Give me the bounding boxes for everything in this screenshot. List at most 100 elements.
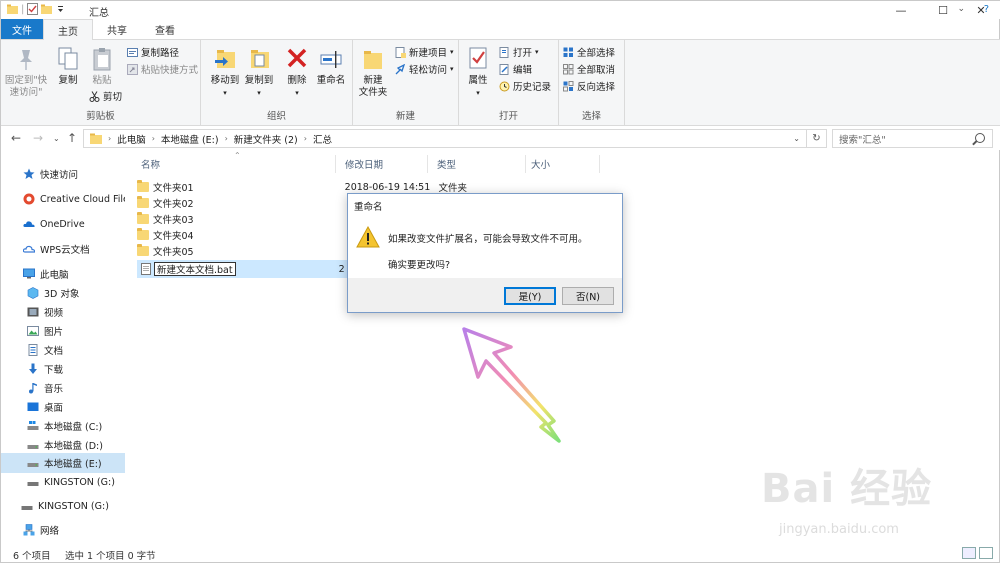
tab-view[interactable]: 查看 [141, 19, 189, 39]
sidebar-item-desktop[interactable]: 桌面 [1, 398, 125, 416]
clipboard-group: 固定到"快 速访问" 复制 粘贴 复制路径 粘贴快捷方式 剪切 剪贴板 [1, 40, 201, 126]
qat-dropdown-icon[interactable] [55, 3, 66, 15]
address-bar[interactable]: › 此电脑 › 本地磁盘 (E:) › 新建文件夹 (2) › 汇总 ⌄ [83, 129, 807, 148]
properties-button[interactable]: 属性 ▾ [463, 44, 493, 99]
paste-shortcut-button[interactable]: 粘贴快捷方式 [127, 62, 198, 76]
list-item[interactable]: 文件夹03 [137, 211, 194, 227]
properties-check-icon[interactable] [27, 3, 39, 15]
sidebar-item-creative-cloud[interactable]: Creative Cloud Files [1, 190, 125, 208]
folder-icon [90, 133, 102, 144]
column-header-type[interactable]: 类型 [427, 155, 517, 173]
list-item[interactable]: 文件夹02 [137, 195, 194, 211]
status-selection: 选中 1 个项目 0 字节 [65, 550, 156, 562]
edit-button[interactable]: 编辑 [499, 62, 532, 76]
sidebar-item-drive-e[interactable]: 本地磁盘 (E:) [1, 453, 125, 473]
text-file-icon [141, 263, 151, 275]
copy-to-button[interactable]: 复制到 ▾ [241, 44, 277, 99]
download-arrow-icon [29, 363, 37, 374]
invert-selection-icon [563, 80, 574, 91]
sidebar-item-onedrive[interactable]: OneDrive [1, 215, 125, 233]
list-item-selected[interactable]: 新建文本文档.bat 2 [137, 260, 349, 278]
refresh-button[interactable]: ↻ [807, 129, 827, 148]
open-button[interactable]: 打开 ▾ [499, 45, 539, 59]
ribbon-tabs: 文件 主页 共享 查看 [1, 19, 1000, 40]
easy-access-button[interactable]: 轻松访问 ▾ [395, 62, 454, 76]
sidebar-item-kingston-g-1[interactable]: KINGSTON (G:) [1, 473, 125, 491]
sidebar-item-drive-c[interactable]: 本地磁盘 (C:) [1, 417, 125, 435]
ribbon-collapse-icon[interactable]: ⌄ [957, 4, 965, 14]
select-all-button[interactable]: 全部选择 [563, 45, 615, 59]
breadcrumb-separator: › [151, 134, 155, 143]
clipboard-group-label: 剪贴板 [86, 111, 115, 122]
document-icon [28, 344, 38, 356]
status-bar: 6 个项目 选中 1 个项目 0 字节 [1, 545, 1000, 564]
copy-button[interactable]: 复制 [51, 44, 85, 87]
search-input[interactable]: 搜索"汇总" [832, 129, 993, 148]
open-group-label: 打开 [498, 111, 518, 122]
select-none-button[interactable]: 全部取消 [563, 62, 615, 76]
details-view-icon[interactable] [962, 547, 976, 559]
select-group: 全部选择 全部取消 反向选择 选择 [559, 40, 625, 126]
new-folder-button[interactable]: 新建 文件夹 [355, 44, 391, 99]
sidebar-item-documents[interactable]: 文档 [1, 341, 125, 359]
computer-icon [23, 268, 35, 279]
rename-icon [320, 51, 342, 68]
delete-button[interactable]: 删除 ▾ [281, 44, 313, 99]
new-item-button[interactable]: 新建项目 ▾ [395, 45, 454, 59]
sidebar-item-3d-objects[interactable]: 3D 对象 [1, 284, 125, 302]
tab-share[interactable]: 共享 [93, 19, 141, 39]
baidu-watermark: Bai 经验 [761, 466, 933, 512]
list-item[interactable]: 文件夹04 [137, 227, 194, 243]
breadcrumb-new-folder-2[interactable]: 新建文件夹 (2) [230, 132, 302, 146]
close-button[interactable]: ✕ [961, 1, 1000, 19]
up-arrow-icon[interactable]: ↑ [67, 131, 77, 145]
yes-button[interactable]: 是(Y) [504, 287, 556, 305]
sidebar-item-downloads[interactable]: 下载 [1, 360, 125, 378]
paste-icon [93, 48, 111, 71]
sidebar-item-videos[interactable]: 视频 [1, 303, 125, 321]
cut-button[interactable]: 剪切 [89, 89, 122, 103]
column-header-size[interactable]: 大小 [521, 155, 601, 173]
back-arrow-icon[interactable]: ← [11, 131, 21, 145]
tab-home[interactable]: 主页 [43, 19, 93, 40]
breadcrumb-this-pc[interactable]: 此电脑 [113, 132, 150, 146]
column-header-modified[interactable]: 修改日期 [335, 155, 425, 173]
wps-cloud-icon [22, 245, 36, 253]
pin-quick-access-button[interactable]: 固定到"快 速访问" [3, 44, 49, 99]
new-folder-icon[interactable] [41, 3, 53, 15]
tab-file[interactable]: 文件 [1, 19, 43, 39]
sidebar-item-this-pc[interactable]: 此电脑 [1, 265, 125, 283]
sidebar-item-drive-d[interactable]: 本地磁盘 (D:) [1, 436, 125, 454]
paste-button[interactable]: 粘贴 [85, 44, 119, 87]
warning-icon [356, 226, 380, 248]
breadcrumb-drive-e[interactable]: 本地磁盘 (E:) [157, 132, 223, 146]
no-button[interactable]: 否(N) [562, 287, 614, 305]
breadcrumb-summary[interactable]: 汇总 [309, 132, 336, 146]
paste-shortcut-icon [127, 63, 138, 75]
folder-icon [137, 212, 149, 224]
rename-button[interactable]: 重命名 [313, 44, 349, 87]
column-header-name[interactable]: 名称 [131, 155, 331, 173]
minimize-button[interactable]: — [881, 1, 921, 19]
address-dropdown-icon[interactable]: ⌄ [793, 134, 800, 143]
sidebar-item-music[interactable]: 音乐 [1, 379, 125, 397]
rename-input[interactable]: 新建文本文档.bat [154, 262, 236, 276]
forward-arrow-icon[interactable]: → [33, 131, 43, 145]
sidebar-item-quick-access[interactable]: 快速访问 [1, 165, 125, 183]
copy-path-button[interactable]: 复制路径 [127, 45, 179, 59]
large-icons-view-icon[interactable] [979, 547, 993, 559]
move-to-button[interactable]: 移动到 ▾ [207, 44, 243, 99]
copy-to-icon [251, 50, 269, 68]
dialog-title: 重命名 [354, 202, 383, 213]
list-item[interactable]: 文件夹05 [137, 243, 194, 259]
invert-selection-button[interactable]: 反向选择 [563, 79, 615, 93]
sidebar-item-pictures[interactable]: 图片 [1, 322, 125, 340]
breadcrumb-separator: › [303, 134, 307, 143]
sidebar-item-network[interactable]: 网络 [1, 521, 125, 539]
sidebar-item-wps-cloud[interactable]: WPS云文档 [1, 240, 125, 258]
help-icon[interactable]: ? [984, 4, 989, 15]
column-divider [599, 155, 600, 173]
recent-dropdown-icon[interactable]: ⌄ [53, 134, 60, 143]
sidebar-item-kingston-g-2[interactable]: KINGSTON (G:) [1, 497, 125, 515]
history-button[interactable]: 历史记录 [499, 79, 551, 93]
